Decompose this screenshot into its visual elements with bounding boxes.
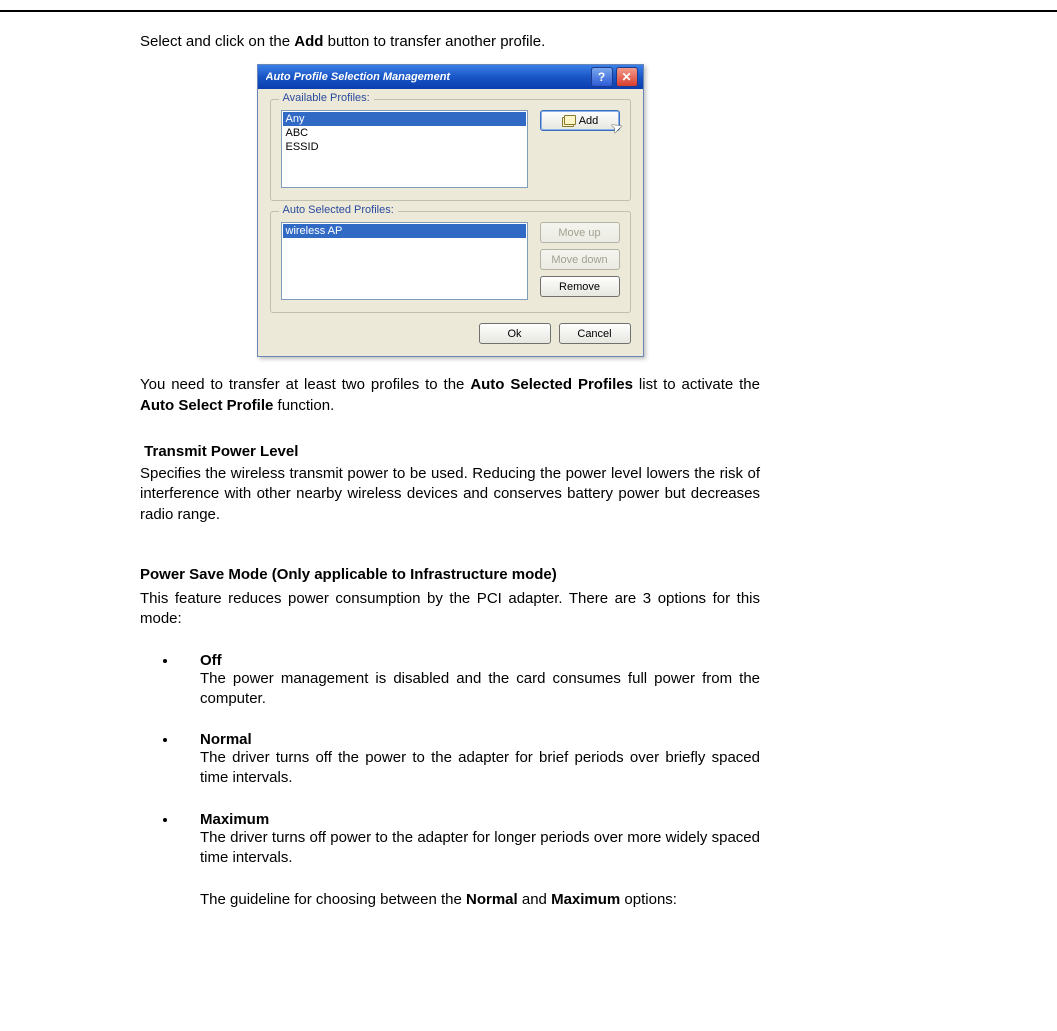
available-profiles-listbox[interactable]: Any ABC ESSID (281, 110, 528, 188)
move-up-button[interactable]: Move up (540, 222, 620, 243)
available-profiles-legend: Available Profiles: (279, 92, 374, 104)
option-normal-body: The driver turns off the power to the ad… (200, 748, 760, 789)
transfer-mid: list to activate the (633, 376, 760, 393)
intro-suffix: button to transfer another profile. (323, 33, 545, 50)
move-down-button[interactable]: Move down (540, 249, 620, 270)
option-maximum: Maximum The driver turns off power to th… (178, 811, 760, 911)
guideline-prefix: The guideline for choosing between the (200, 891, 466, 908)
intro-prefix: Select and click on the (140, 33, 294, 50)
psm-heading: Power Save Mode (Only applicable to Infr… (140, 565, 760, 585)
option-maximum-title: Maximum (200, 811, 760, 828)
available-profiles-group: Available Profiles: Any ABC ESSID Add (270, 99, 631, 201)
add-button[interactable]: Add ➤ (540, 110, 620, 131)
list-item[interactable]: ESSID (283, 140, 526, 154)
option-off-title: Off (200, 652, 760, 669)
option-off: Off The power management is disabled and… (178, 652, 760, 710)
option-guideline: The guideline for choosing between the N… (200, 890, 760, 910)
close-icon[interactable]: ✕ (616, 67, 638, 87)
transfer-bold2: Auto Select Profile (140, 397, 273, 414)
list-item[interactable]: ABC (283, 126, 526, 140)
dialog-titlebar[interactable]: Auto Profile Selection Management ? ✕ (258, 65, 643, 89)
transfer-bold1: Auto Selected Profiles (470, 376, 633, 393)
remove-button[interactable]: Remove (540, 276, 620, 297)
auto-selected-profiles-group: Auto Selected Profiles: wireless AP Move… (270, 211, 631, 313)
guideline-b2: Maximum (551, 891, 620, 908)
option-maximum-body: The driver turns off power to the adapte… (200, 828, 760, 869)
auto-profile-dialog: Auto Profile Selection Management ? ✕ Av… (257, 64, 644, 357)
guideline-b1: Normal (466, 891, 518, 908)
dialog-title: Auto Profile Selection Management (266, 71, 588, 83)
option-normal: Normal The driver turns off the power to… (178, 731, 760, 789)
transfer-suffix: function. (273, 397, 334, 414)
psm-intro: This feature reduces power consumption b… (140, 589, 760, 630)
option-normal-title: Normal (200, 731, 760, 748)
option-off-body: The power management is disabled and the… (200, 669, 760, 710)
page-top-rule (0, 10, 1057, 12)
transfer-paragraph: You need to transfer at least two profil… (140, 375, 760, 416)
list-item[interactable]: wireless AP (283, 224, 526, 238)
auto-selected-profiles-listbox[interactable]: wireless AP (281, 222, 528, 300)
guideline-suffix: options: (620, 891, 677, 908)
cancel-button[interactable]: Cancel (559, 323, 631, 344)
intro-bold: Add (294, 33, 323, 50)
add-button-label: Add (579, 115, 599, 127)
intro-paragraph: Select and click on the Add button to tr… (140, 32, 760, 52)
help-icon[interactable]: ? (591, 67, 613, 87)
ok-button[interactable]: Ok (479, 323, 551, 344)
list-item[interactable]: Any (283, 112, 526, 126)
guideline-mid: and (518, 891, 551, 908)
transfer-prefix: You need to transfer at least two profil… (140, 376, 470, 393)
cursor-icon: ➤ (608, 118, 625, 138)
add-icon (561, 114, 575, 128)
tpl-heading-text: Transmit Power Level (144, 443, 298, 460)
tpl-body: Specifies the wireless transmit power to… (140, 464, 760, 525)
tpl-heading: Transmit Power Level (140, 442, 760, 462)
auto-selected-profiles-legend: Auto Selected Profiles: (279, 204, 398, 216)
